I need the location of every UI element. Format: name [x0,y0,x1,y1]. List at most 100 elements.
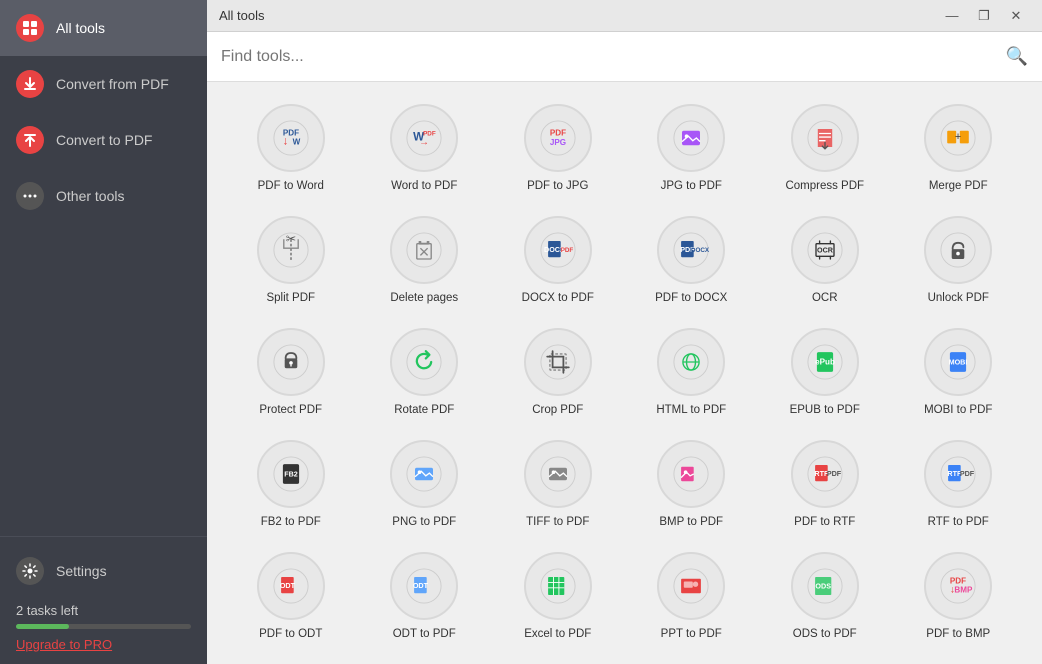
tool-pdf-to-odt[interactable]: ODT PDF to ODT [227,546,355,648]
tool-tiff-to-pdf[interactable]: TIFF to PDF [494,434,622,536]
tool-jpg-to-pdf[interactable]: JPG to PDF [628,98,756,200]
tool-extract-text[interactable]: Extract text [628,658,756,664]
svg-text:BMP: BMP [955,585,974,594]
svg-text:ODS: ODS [815,581,831,590]
tool-excel-to-pdf[interactable]: Excel to PDF [494,546,622,648]
tool-split-pdf[interactable]: ✂Split PDF [227,210,355,312]
tool-protect-pdf[interactable]: Protect PDF [227,322,355,424]
tool-label-crop-pdf: Crop PDF [532,403,583,418]
tool-icon-html-to-pdf [657,328,725,396]
sidebar-item-convert-from-pdf[interactable]: Convert from PDF [0,56,207,112]
tool-mobi-to-pdf[interactable]: MOBIMOBI to PDF [895,322,1023,424]
tool-icon-rtf-to-pdf: RTFPDF [924,440,992,508]
tool-icon-merge-pdf: + [924,104,992,172]
upgrade-to-pro-link[interactable]: Upgrade to PRO [16,637,191,652]
tool-pdf-to-jpg[interactable]: PDFJPGPDF to JPG [494,98,622,200]
tool-unlock-pdf[interactable]: Unlock PDF [895,210,1023,312]
all-tools-icon [16,14,44,42]
window-controls: — ❐ ✕ [938,2,1030,30]
tool-pdf-to-bmp[interactable]: PDF↓BMPPDF to BMP [895,546,1023,648]
tool-html-to-pdf[interactable]: HTML to PDF [628,322,756,424]
tool-icon-ods-to-pdf: ODS [791,552,859,620]
tool-ppt-to-pdf[interactable]: PPT to PDF [628,546,756,648]
tool-icon-epub-to-pdf: ePub [791,328,859,396]
tasks-left: 2 tasks left [16,603,191,618]
search-input[interactable] [221,48,1006,66]
tool-bmp-to-pdf[interactable]: BMP to PDF [628,434,756,536]
progress-bar-fill [16,624,69,629]
tool-pdf-to-rtf[interactable]: RTFPDFPDF to RTF [761,434,889,536]
tool-fb2-to-pdf[interactable]: FB2FB2 to PDF [227,434,355,536]
tool-icon-pdf-to-word: PDF↓W [257,104,325,172]
minimize-button[interactable]: — [938,2,966,30]
tool-label-merge-pdf: Merge PDF [929,179,988,194]
tool-odt-to-pdf[interactable]: ODTODT to PDF [361,546,489,648]
svg-text:+: + [955,131,961,143]
tool-extract-images[interactable]: Extract images [494,658,622,664]
tool-icon-tiff-to-pdf [524,440,592,508]
tool-icon-docx-to-pdf: DOCXPDF [524,216,592,284]
tool-rtf-to-pdf[interactable]: RTFPDF RTF to PDF [895,434,1023,536]
tool-label-pdf-to-word: PDF to Word [258,179,324,194]
tool-edit-metadata[interactable]: iEdit metadata [761,658,889,664]
tool-label-compress-pdf: Compress PDF [785,179,864,194]
tool-word-to-pdf[interactable]: WPDF→Word to PDF [361,98,489,200]
tool-label-rtf-to-pdf: RTF to PDF [928,515,989,530]
tool-icon-png-to-pdf [390,440,458,508]
tool-ods-to-pdf[interactable]: ODSODS to PDF [761,546,889,648]
svg-text:OCR: OCR [817,246,834,255]
close-button[interactable]: ✕ [1002,2,1030,30]
tool-icon-excel-to-pdf [524,552,592,620]
sidebar-item-all-tools-label: All tools [56,20,105,36]
tool-icon-crop-pdf [524,328,592,396]
svg-text:W: W [292,137,300,146]
settings-icon [16,557,44,585]
svg-text:DOCX: DOCX [691,247,709,254]
maximize-button[interactable]: ❐ [970,2,998,30]
tool-epub-to-pdf[interactable]: ePubEPUB to PDF [761,322,889,424]
sidebar-item-other-tools-label: Other tools [56,188,124,204]
tool-icon-split-pdf: ✂ [257,216,325,284]
tool-compress-pdf[interactable]: Compress PDF [761,98,889,200]
tool-icon-ppt-to-pdf [657,552,725,620]
tool-crop-pdf[interactable]: Crop PDF [494,322,622,424]
search-icon[interactable]: 🔍 [1006,46,1028,67]
tool-label-pdf-to-bmp: PDF to BMP [926,627,990,642]
tool-label-pdf-to-odt: PDF to ODT [259,627,322,642]
tool-pdf-to-png[interactable]: PDF↓PNGPDF to PNG [227,658,355,664]
svg-text:PDF: PDF [560,247,573,254]
tool-pdf-to-tiff[interactable]: PDF↓TIFFPDF to TIFF [361,658,489,664]
tool-merge-pdf[interactable]: + Merge PDF [895,98,1023,200]
settings-item[interactable]: Settings [16,549,191,593]
tool-png-to-pdf[interactable]: PNG to PDF [361,434,489,536]
tools-grid: PDF↓W PDF to Word WPDF→Word to PDFPDFJPGPD… [207,82,1042,664]
sidebar-item-all-tools[interactable]: All tools [0,0,207,56]
tool-ocr[interactable]: OCR OCR [761,210,889,312]
sidebar-item-other-tools[interactable]: Other tools [0,168,207,224]
tool-delete-pages[interactable]: Delete pages [361,210,489,312]
sidebar-bottom: Settings 2 tasks left Upgrade to PRO [0,536,207,664]
tool-label-bmp-to-pdf: BMP to PDF [659,515,723,530]
progress-bar-background [16,624,191,629]
tool-label-tiff-to-pdf: TIFF to PDF [526,515,589,530]
tool-icon-protect-pdf [257,328,325,396]
tool-rotate-pdf[interactable]: Rotate PDF [361,322,489,424]
tool-label-ocr: OCR [812,291,838,306]
tool-icon-bmp-to-pdf [657,440,725,508]
sidebar-item-convert-to-pdf[interactable]: Convert to PDF [0,112,207,168]
convert-to-pdf-icon [16,126,44,154]
tool-icon-odt-to-pdf: ODT [390,552,458,620]
tool-pdf-to-docx[interactable]: PDFDOCXPDF to DOCX [628,210,756,312]
svg-text:ODT: ODT [280,581,296,590]
tool-label-protect-pdf: Protect PDF [259,403,322,418]
svg-text:PDF: PDF [550,128,566,137]
tool-icon-pdf-to-rtf: RTFPDF [791,440,859,508]
tool-label-docx-to-pdf: DOCX to PDF [522,291,594,306]
tool-label-rotate-pdf: Rotate PDF [394,403,454,418]
tool-icon-rotate-pdf [390,328,458,396]
tool-docx-to-pdf[interactable]: DOCXPDF DOCX to PDF [494,210,622,312]
tool-label-delete-pages: Delete pages [390,291,458,306]
svg-text:FB2: FB2 [284,470,298,479]
tool-icon-compress-pdf [791,104,859,172]
tool-pdf-to-word[interactable]: PDF↓W PDF to Word [227,98,355,200]
